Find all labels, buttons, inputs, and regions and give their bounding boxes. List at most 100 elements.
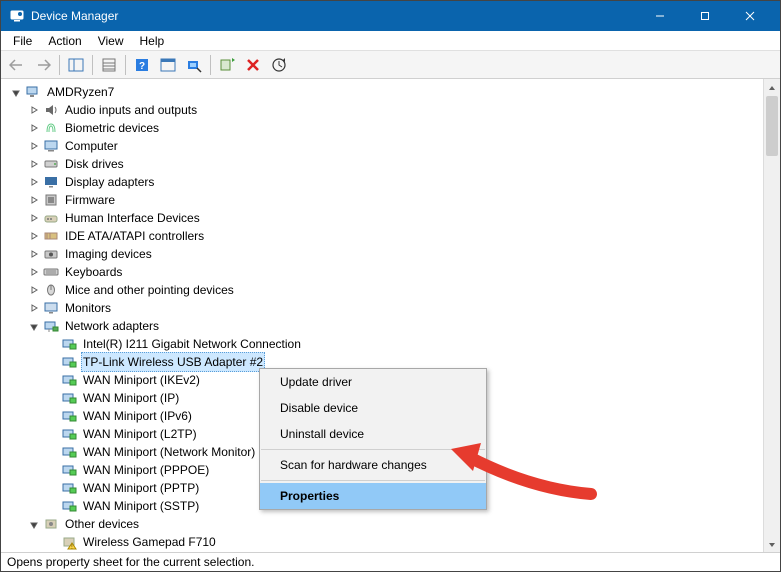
status-text: Opens property sheet for the current sel… [7, 555, 254, 569]
tree-category[interactable]: Mice and other pointing devices [27, 281, 780, 299]
tree-category[interactable]: IDE ATA/ATAPI controllers [27, 227, 780, 245]
expander-icon[interactable] [27, 229, 41, 243]
context-menu-item[interactable]: Disable device [260, 395, 486, 421]
tree-item-label: WAN Miniport (IP) [81, 389, 181, 407]
tree-category-label: Keyboards [63, 263, 124, 281]
toolbar-separator [125, 55, 126, 75]
tree-root[interactable]: AMDRyzen7 [9, 83, 780, 101]
netadapter-icon [61, 444, 77, 460]
context-menu-item[interactable]: Uninstall device [260, 421, 486, 447]
statusbar: Opens property sheet for the current sel… [1, 552, 780, 571]
expander-icon[interactable] [27, 319, 41, 333]
netadapter-icon [61, 354, 77, 370]
tree-category-label: Disk drives [63, 155, 126, 173]
vertical-scrollbar[interactable] [763, 79, 780, 553]
tree-item[interactable]: Intel(R) I211 Gigabit Network Connection [45, 335, 780, 353]
tree-category-label: IDE ATA/ATAPI controllers [63, 227, 206, 245]
expander-icon[interactable] [27, 247, 41, 261]
tree-category[interactable]: Firmware [27, 191, 780, 209]
minimize-button[interactable] [637, 1, 682, 31]
netadapter-icon [61, 408, 77, 424]
tree-item-label: TP-Link Wireless USB Adapter #2 [81, 352, 265, 372]
menu-action[interactable]: Action [40, 32, 89, 50]
scroll-down-arrow[interactable] [764, 536, 780, 553]
expander-icon[interactable] [27, 175, 41, 189]
tree-category[interactable]: Other devices [27, 515, 780, 533]
context-menu-item[interactable]: Properties [260, 483, 486, 509]
help-toolbar-button[interactable]: ? [130, 54, 154, 76]
tree-category-label: Imaging devices [63, 245, 154, 263]
tree-category-label: Firmware [63, 191, 117, 209]
expander-icon[interactable] [27, 301, 41, 315]
computer-icon [43, 138, 59, 154]
menu-file[interactable]: File [5, 32, 40, 50]
context-menu-item[interactable]: Update driver [260, 369, 486, 395]
tree-item-label: WAN Miniport (IKEv2) [81, 371, 202, 389]
titlebar: Device Manager [1, 1, 780, 31]
disk-icon [43, 156, 59, 172]
expander-icon[interactable] [9, 85, 23, 99]
expander-icon[interactable] [27, 157, 41, 171]
expander-icon[interactable] [27, 265, 41, 279]
tree-category[interactable]: Biometric devices [27, 119, 780, 137]
tree-category[interactable]: Human Interface Devices [27, 209, 780, 227]
mouse-icon [43, 282, 59, 298]
tree-item-label: WAN Miniport (L2TP) [81, 425, 199, 443]
menu-help[interactable]: Help [132, 32, 173, 50]
tree-category[interactable]: Disk drives [27, 155, 780, 173]
tree-item[interactable]: !Wireless Gamepad F710 [45, 533, 780, 551]
tree-category-label: Monitors [63, 299, 113, 317]
enable-device-toolbar-button[interactable] [215, 54, 239, 76]
expander-icon[interactable] [27, 517, 41, 531]
imaging-icon [43, 246, 59, 262]
netadapter-icon [61, 390, 77, 406]
tree-category[interactable]: Display adapters [27, 173, 780, 191]
scroll-thumb[interactable] [766, 96, 778, 156]
netadapter-icon [61, 498, 77, 514]
expander-icon[interactable] [27, 139, 41, 153]
hid-icon [43, 210, 59, 226]
tree-category[interactable]: Audio inputs and outputs [27, 101, 780, 119]
tree-category-label: Mice and other pointing devices [63, 281, 236, 299]
properties-toolbar-button[interactable] [97, 54, 121, 76]
keyboard-icon [43, 264, 59, 280]
close-button[interactable] [727, 1, 772, 31]
tree-category[interactable]: Imaging devices [27, 245, 780, 263]
display-icon [43, 174, 59, 190]
context-menu: Update driverDisable deviceUninstall dev… [259, 368, 487, 510]
tree-category[interactable]: Keyboards [27, 263, 780, 281]
toolbar-separator [59, 55, 60, 75]
audio-icon [43, 102, 59, 118]
update-driver-toolbar-button[interactable] [267, 54, 291, 76]
toolbar-separator [210, 55, 211, 75]
tree-category[interactable]: Monitors [27, 299, 780, 317]
network-icon [43, 318, 59, 334]
tree-item-label: WAN Miniport (PPTP) [81, 479, 201, 497]
menu-view[interactable]: View [90, 32, 132, 50]
other-icon [43, 516, 59, 532]
window-title: Device Manager [31, 9, 637, 23]
scan-hardware-toolbar-button[interactable] [182, 54, 206, 76]
tree-category-label: Biometric devices [63, 119, 161, 137]
maximize-button[interactable] [682, 1, 727, 31]
scroll-up-arrow[interactable] [764, 79, 780, 96]
tree-category-label: Audio inputs and outputs [63, 101, 199, 119]
tree-category-label: Computer [63, 137, 120, 155]
uninstall-device-toolbar-button[interactable] [241, 54, 265, 76]
tree-category[interactable]: Computer [27, 137, 780, 155]
expander-icon[interactable] [27, 211, 41, 225]
context-menu-item[interactable]: Scan for hardware changes [260, 452, 486, 478]
expander-icon[interactable] [27, 121, 41, 135]
expander-icon[interactable] [27, 283, 41, 297]
netadapter-icon [61, 426, 77, 442]
tree-item-label: Intel(R) I211 Gigabit Network Connection [81, 335, 303, 353]
expander-icon[interactable] [27, 193, 41, 207]
action-toolbar-button[interactable] [156, 54, 180, 76]
svg-text:?: ? [139, 61, 145, 72]
forward-button[interactable] [31, 54, 55, 76]
tree-category[interactable]: Network adapters [27, 317, 780, 335]
tree-category-label: Display adapters [63, 173, 156, 191]
back-button[interactable] [5, 54, 29, 76]
show-hide-console-tree-button[interactable] [64, 54, 88, 76]
expander-icon[interactable] [27, 103, 41, 117]
